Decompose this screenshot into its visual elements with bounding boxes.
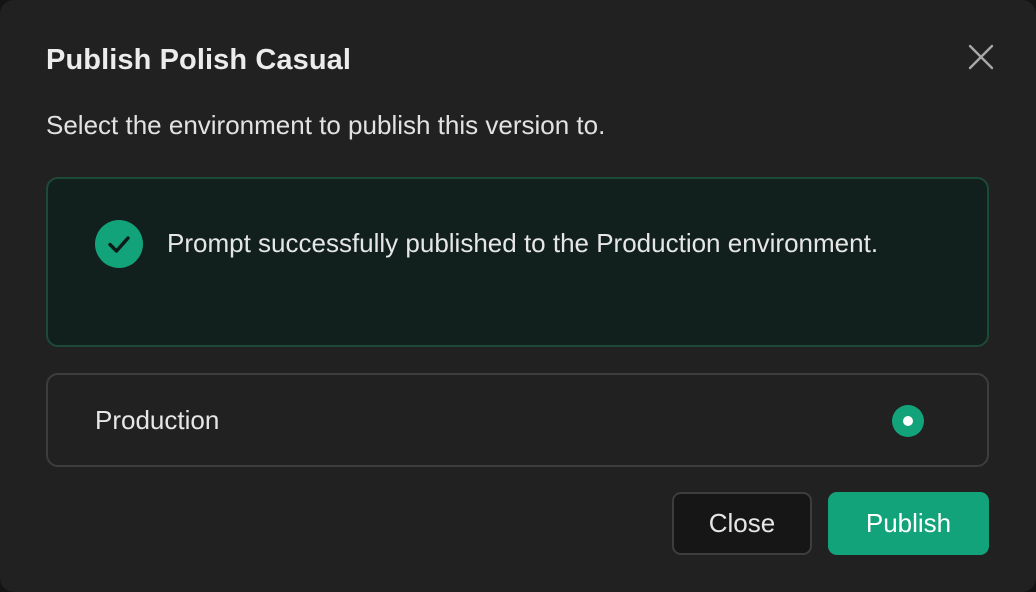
check-circle-icon	[95, 220, 143, 268]
publish-dialog: Publish Polish Casual Select the environ…	[0, 0, 1036, 592]
close-button[interactable]: Close	[672, 492, 812, 555]
environment-option-production[interactable]: Production	[46, 373, 989, 467]
radio-selected-dot	[903, 416, 913, 426]
environment-radio[interactable]	[892, 405, 924, 437]
close-icon[interactable]	[962, 38, 1000, 76]
environment-label: Production	[95, 405, 220, 435]
dialog-subtitle: Select the environment to publish this v…	[46, 110, 606, 140]
success-message: Prompt successfully published to the Pro…	[167, 228, 879, 258]
dialog-title: Publish Polish Casual	[46, 44, 352, 76]
publish-button[interactable]: Publish	[828, 492, 989, 555]
success-alert: Prompt successfully published to the Pro…	[46, 177, 989, 347]
